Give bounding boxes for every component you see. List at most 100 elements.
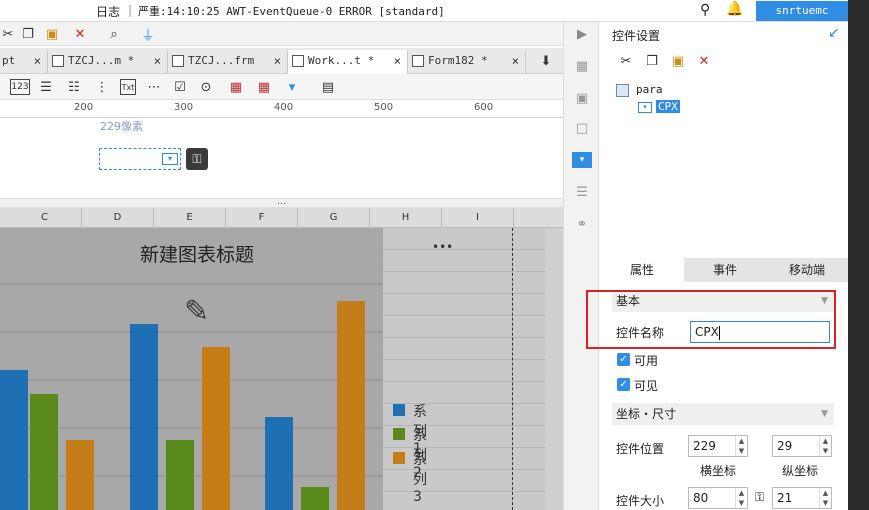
list-icon[interactable]: ☰ [574,184,590,200]
column-header[interactable]: E [154,208,226,228]
collapse-arrow-icon[interactable]: ▼ [821,403,828,425]
user-button[interactable]: snrtuemc [756,1,848,21]
close-icon[interactable]: × [34,50,41,72]
ruler-tick: 400 [274,102,294,113]
combobox-icon: ▾ [638,102,652,113]
combobox-dropdown-icon[interactable]: ▾ [162,153,178,165]
cut-icon[interactable]: ✂ [0,26,16,42]
column-header[interactable]: H [370,208,442,228]
chart-bar [130,324,158,510]
close-icon[interactable]: × [512,50,519,72]
expand-arrow-icon[interactable]: ↙ [828,25,840,41]
list-widget-icon[interactable]: ☷ [66,79,82,95]
column-header[interactable]: I [442,208,514,228]
tab-label: pt [2,54,16,67]
position-y-value: 29 [777,439,793,453]
visible-checkbox[interactable]: ✓ [617,378,630,391]
cut-icon[interactable]: ✂ [618,53,634,69]
delete-icon[interactable]: ✕ [696,53,712,69]
section-geometry[interactable]: 坐标・尺寸 ▼ [612,403,834,425]
spinner-arrows[interactable]: ▲ ▼ [819,488,831,508]
column-header[interactable]: G [298,208,370,228]
report-sheet[interactable]: C D E F G H I 新建图表标题 ••• ✎ ••• 系列1 系列2 系… [0,208,563,510]
legend-swatch [393,452,405,464]
enabled-label: 可用 [634,354,659,368]
search-icon[interactable]: ⚲ [700,2,710,18]
paste-icon[interactable]: ▣ [670,53,686,69]
spinner-arrows[interactable]: ▲ ▼ [735,436,747,456]
date-widget-icon[interactable]: ▦ [228,79,244,95]
bell-icon[interactable]: 🔔 [726,1,743,17]
tab-menu-icon[interactable]: ⬇ [538,53,554,69]
spinner-arrows[interactable]: ▲ ▼ [735,488,747,508]
log-label[interactable]: 日志 [96,3,120,20]
lock-ratio-icon[interactable]: ⚿ [755,490,764,505]
tab-work[interactable]: Work...t * × [288,50,408,74]
ruler: 200 300 400 500 600 [0,100,563,118]
delete-icon[interactable]: ✕ [72,26,88,42]
label-widget-icon[interactable]: Txt [120,79,136,95]
form-design-area[interactable]: 229像素 ▾ ⚿ [0,118,563,198]
splitter-handle[interactable]: ... [0,197,563,208]
close-icon[interactable]: × [274,50,281,72]
spinner-arrows[interactable]: ▲ ▼ [819,436,831,456]
report-icon [412,55,424,67]
lock-button[interactable]: ⚿ [186,148,208,170]
window-edge [848,22,869,510]
text-widget-icon[interactable]: ☰ [38,79,54,95]
close-icon[interactable]: × [394,50,401,72]
link-icon[interactable]: ⚭ [574,216,590,232]
copy-icon[interactable]: ❐ [20,26,36,42]
tab-mobile[interactable]: 移动端 [766,258,848,282]
position-label: 控件位置 [616,442,665,456]
edit-pencil-icon[interactable]: ✎ [184,294,209,329]
legend-swatch [393,404,405,416]
datetime-widget-icon[interactable]: ▦ [256,79,272,95]
chart-bar [166,440,194,510]
report-icon [172,55,184,67]
chart[interactable]: 新建图表标题 ••• ✎ [0,228,383,510]
tab-tzcj-frm[interactable]: TZCJ...frm × [168,50,288,74]
tab-form182[interactable]: Form182 * × [408,50,526,74]
layout-icon[interactable]: ▦ [574,58,590,74]
side-palette: ▶ ▦ ▣ □ ▾ ☰ ⚭ [563,22,599,510]
height-input[interactable]: 21 ▲ ▼ [772,487,832,509]
radio-widget-icon[interactable]: ⊙ [198,79,214,95]
tab-events[interactable]: 事件 [684,258,766,282]
chart-more-icon[interactable]: ••• [432,240,453,254]
close-icon[interactable]: × [154,50,161,72]
tree-child-selected[interactable]: CPX [656,100,680,113]
enabled-checkbox[interactable]: ✓ [617,353,630,366]
combobox-widget-icon[interactable]: ▾ [284,79,300,95]
tab-pt[interactable]: pt × [0,50,48,74]
combobox-icon[interactable]: ▾ [572,152,592,168]
frame-icon[interactable]: □ [574,120,590,136]
position-y-input[interactable]: 29 ▲ ▼ [772,435,832,457]
width-input[interactable]: 80 ▲ ▼ [688,487,748,509]
tree-widget-icon[interactable]: ⋮ [94,79,110,95]
ruler-tick: 500 [374,102,394,113]
chart-bar [265,417,293,510]
password-widget-icon[interactable]: ⋯ [146,79,162,95]
column-header[interactable]: F [226,208,298,228]
plugin-icon[interactable]: ⏚ [140,26,156,44]
widget-icon[interactable]: ▣ [574,90,590,106]
column-header[interactable]: C [8,208,82,228]
paste-icon[interactable]: ▣ [44,26,60,42]
column-header[interactable]: D [82,208,154,228]
tab-properties[interactable]: 属性 [600,258,684,282]
position-x-input[interactable]: 229 ▲ ▼ [688,435,748,457]
section-geometry-label: 坐标・尺寸 [616,407,677,421]
checkbox-widget-icon[interactable]: ☑ [172,79,188,95]
height-value: 21 [777,491,793,505]
preview-icon[interactable]: ⌕ [106,26,122,42]
tree-root[interactable]: para [636,83,663,96]
number-widget-icon[interactable]: 123 [10,79,30,95]
more-widgets-icon[interactable]: ▤ [320,79,336,95]
combobox-widget[interactable]: ▾ [99,148,181,170]
collapse-arrow-icon[interactable]: ▶ [574,26,590,42]
chart-bar [0,370,28,510]
tab-tzcj-m[interactable]: TZCJ...m * × [48,50,168,74]
widget-toolbar: 123 ☰ ☷ ⋮ Txt ⋯ ☑ ⊙ ▦ ▦ ▾ ▤ [0,74,563,100]
copy-icon[interactable]: ❐ [644,53,660,69]
